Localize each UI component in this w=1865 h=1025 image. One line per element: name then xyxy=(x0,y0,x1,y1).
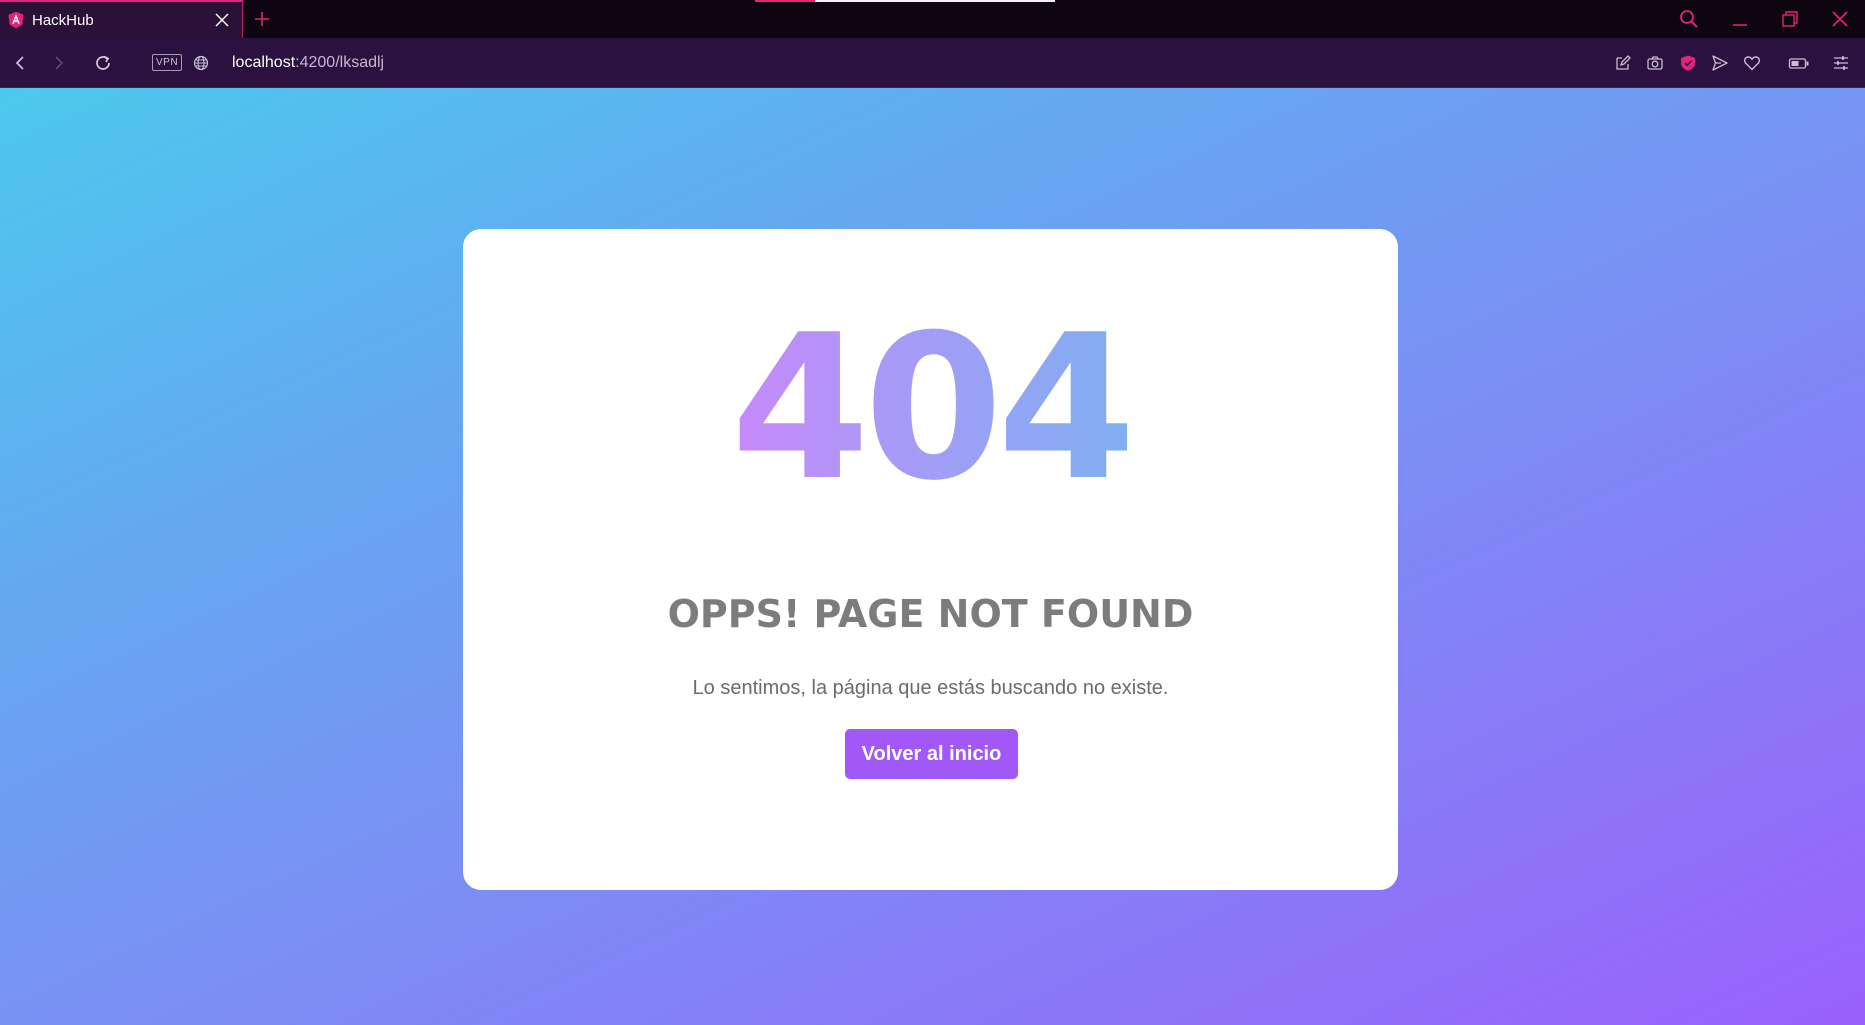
globe-icon[interactable] xyxy=(190,52,212,74)
vpn-badge[interactable]: VPN xyxy=(152,54,183,71)
shield-icon[interactable] xyxy=(1676,51,1700,75)
heart-icon[interactable] xyxy=(1740,51,1764,75)
loading-indicator xyxy=(755,0,815,2)
url-field[interactable]: localhost:4200/lksadlj xyxy=(232,52,384,74)
settings-sliders-icon[interactable] xyxy=(1829,51,1853,75)
back-icon[interactable] xyxy=(7,50,33,76)
reload-icon[interactable] xyxy=(90,50,116,76)
plus-icon[interactable] xyxy=(250,7,274,31)
error-code: 404 xyxy=(463,309,1398,509)
camera-icon[interactable] xyxy=(1643,51,1667,75)
edit-icon[interactable] xyxy=(1611,51,1635,75)
close-icon[interactable] xyxy=(1825,6,1855,32)
battery-icon[interactable] xyxy=(1787,51,1811,75)
url-host: localhost xyxy=(232,54,296,71)
browser-tab[interactable]: HackHub xyxy=(0,0,243,38)
error-headline: OPPS! PAGE NOT FOUND xyxy=(667,592,1194,636)
restore-icon[interactable] xyxy=(1775,6,1805,32)
error-card: 404 OPPS! PAGE NOT FOUND Lo sentimos, la… xyxy=(463,229,1398,890)
send-icon[interactable] xyxy=(1708,51,1732,75)
address-bar: VPN localhost:4200/lksadlj xyxy=(0,38,1865,88)
forward-icon[interactable] xyxy=(46,50,72,76)
title-bar: HackHub xyxy=(0,0,1865,38)
page-viewport: 404 OPPS! PAGE NOT FOUND Lo sentimos, la… xyxy=(0,88,1865,1025)
back-home-button[interactable]: Volver al inicio xyxy=(845,729,1018,779)
loading-indicator-track xyxy=(815,0,1055,2)
url-path: :4200/lksadlj xyxy=(295,54,385,71)
error-message: Lo sentimos, la página que estás buscand… xyxy=(692,677,1169,699)
tab-title: HackHub xyxy=(32,11,94,29)
close-tab-icon[interactable] xyxy=(210,8,234,32)
minimize-icon[interactable] xyxy=(1725,6,1755,32)
angular-logo-icon xyxy=(6,10,26,30)
search-icon[interactable] xyxy=(1674,6,1704,32)
